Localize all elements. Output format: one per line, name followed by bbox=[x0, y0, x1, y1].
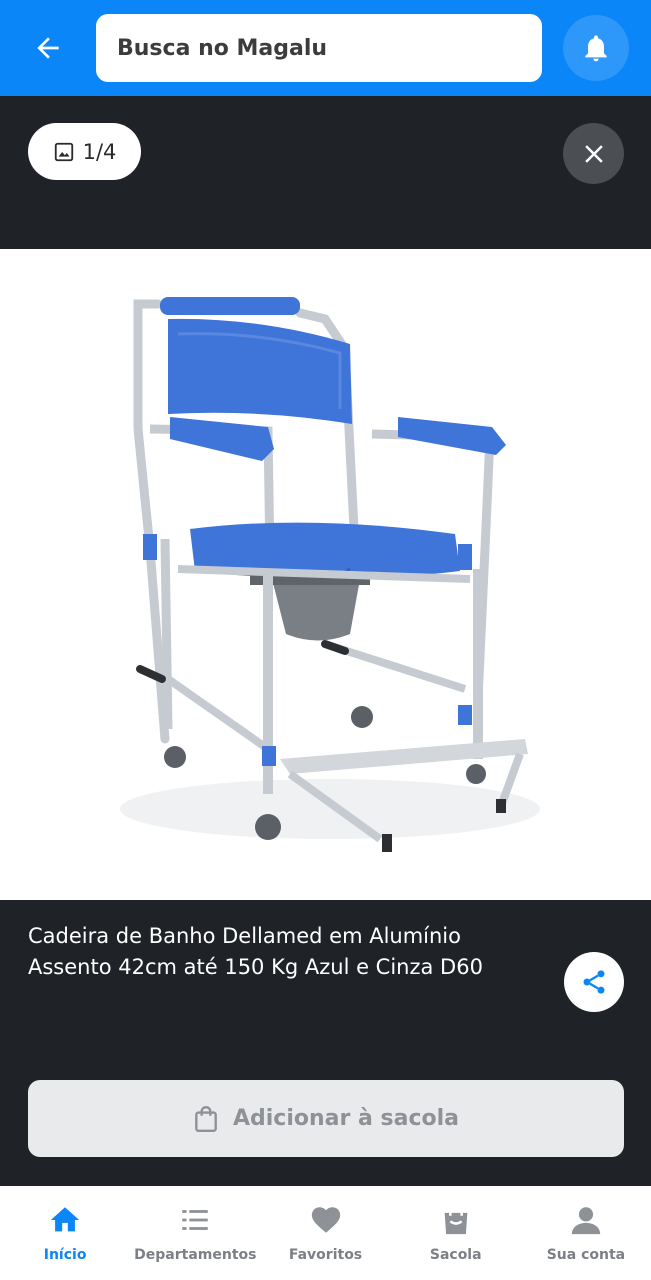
list-icon bbox=[182, 1210, 209, 1230]
back-button[interactable] bbox=[24, 24, 72, 72]
search-input[interactable]: Busca no Magalu bbox=[96, 14, 542, 82]
add-to-bag-button[interactable]: Adicionar à sacola bbox=[28, 1080, 624, 1157]
bag-icon bbox=[444, 1204, 468, 1235]
bell-icon bbox=[585, 35, 607, 62]
heart-icon bbox=[311, 1207, 340, 1233]
nav-item-inicio[interactable]: Início bbox=[0, 1186, 130, 1280]
nav-item-departamentos[interactable]: Departamentos bbox=[130, 1186, 260, 1280]
product-image[interactable] bbox=[0, 249, 651, 900]
image-counter: 1/4 bbox=[28, 123, 141, 180]
nav-label-sua-conta: Sua conta bbox=[546, 1247, 626, 1263]
nav-label-favoritos: Favoritos bbox=[288, 1247, 363, 1263]
image-counter-text: 1/4 bbox=[82, 139, 117, 164]
home-icon bbox=[50, 1207, 80, 1232]
bag-icon bbox=[195, 1105, 217, 1132]
image-icon bbox=[54, 142, 73, 161]
bottom-navigation: Início Departamentos Favoritos Sacola Su… bbox=[0, 1186, 651, 1280]
add-to-bag-label: Adicionar à sacola bbox=[232, 1106, 459, 1131]
nav-label-departamentos: Departamentos bbox=[134, 1247, 257, 1263]
arrow-left-icon bbox=[37, 37, 59, 59]
nav-item-sacola[interactable]: Sacola bbox=[391, 1186, 521, 1280]
nav-label-sacola: Sacola bbox=[429, 1247, 482, 1263]
close-icon bbox=[584, 144, 603, 163]
share-button[interactable] bbox=[564, 952, 624, 1012]
nav-item-sua-conta[interactable]: Sua conta bbox=[521, 1186, 651, 1280]
top-bar: Busca no Magalu bbox=[0, 0, 651, 96]
shower-chair-illustration bbox=[120, 297, 540, 852]
nav-label-inicio: Início bbox=[43, 1247, 87, 1263]
share-icon bbox=[583, 970, 605, 994]
notifications-button[interactable] bbox=[563, 15, 629, 81]
product-title: Cadeira de Banho Dellamed em Alumínio As… bbox=[28, 924, 483, 979]
nav-item-favoritos[interactable]: Favoritos bbox=[260, 1186, 390, 1280]
user-icon bbox=[571, 1207, 601, 1235]
close-viewer-button[interactable] bbox=[563, 123, 624, 184]
